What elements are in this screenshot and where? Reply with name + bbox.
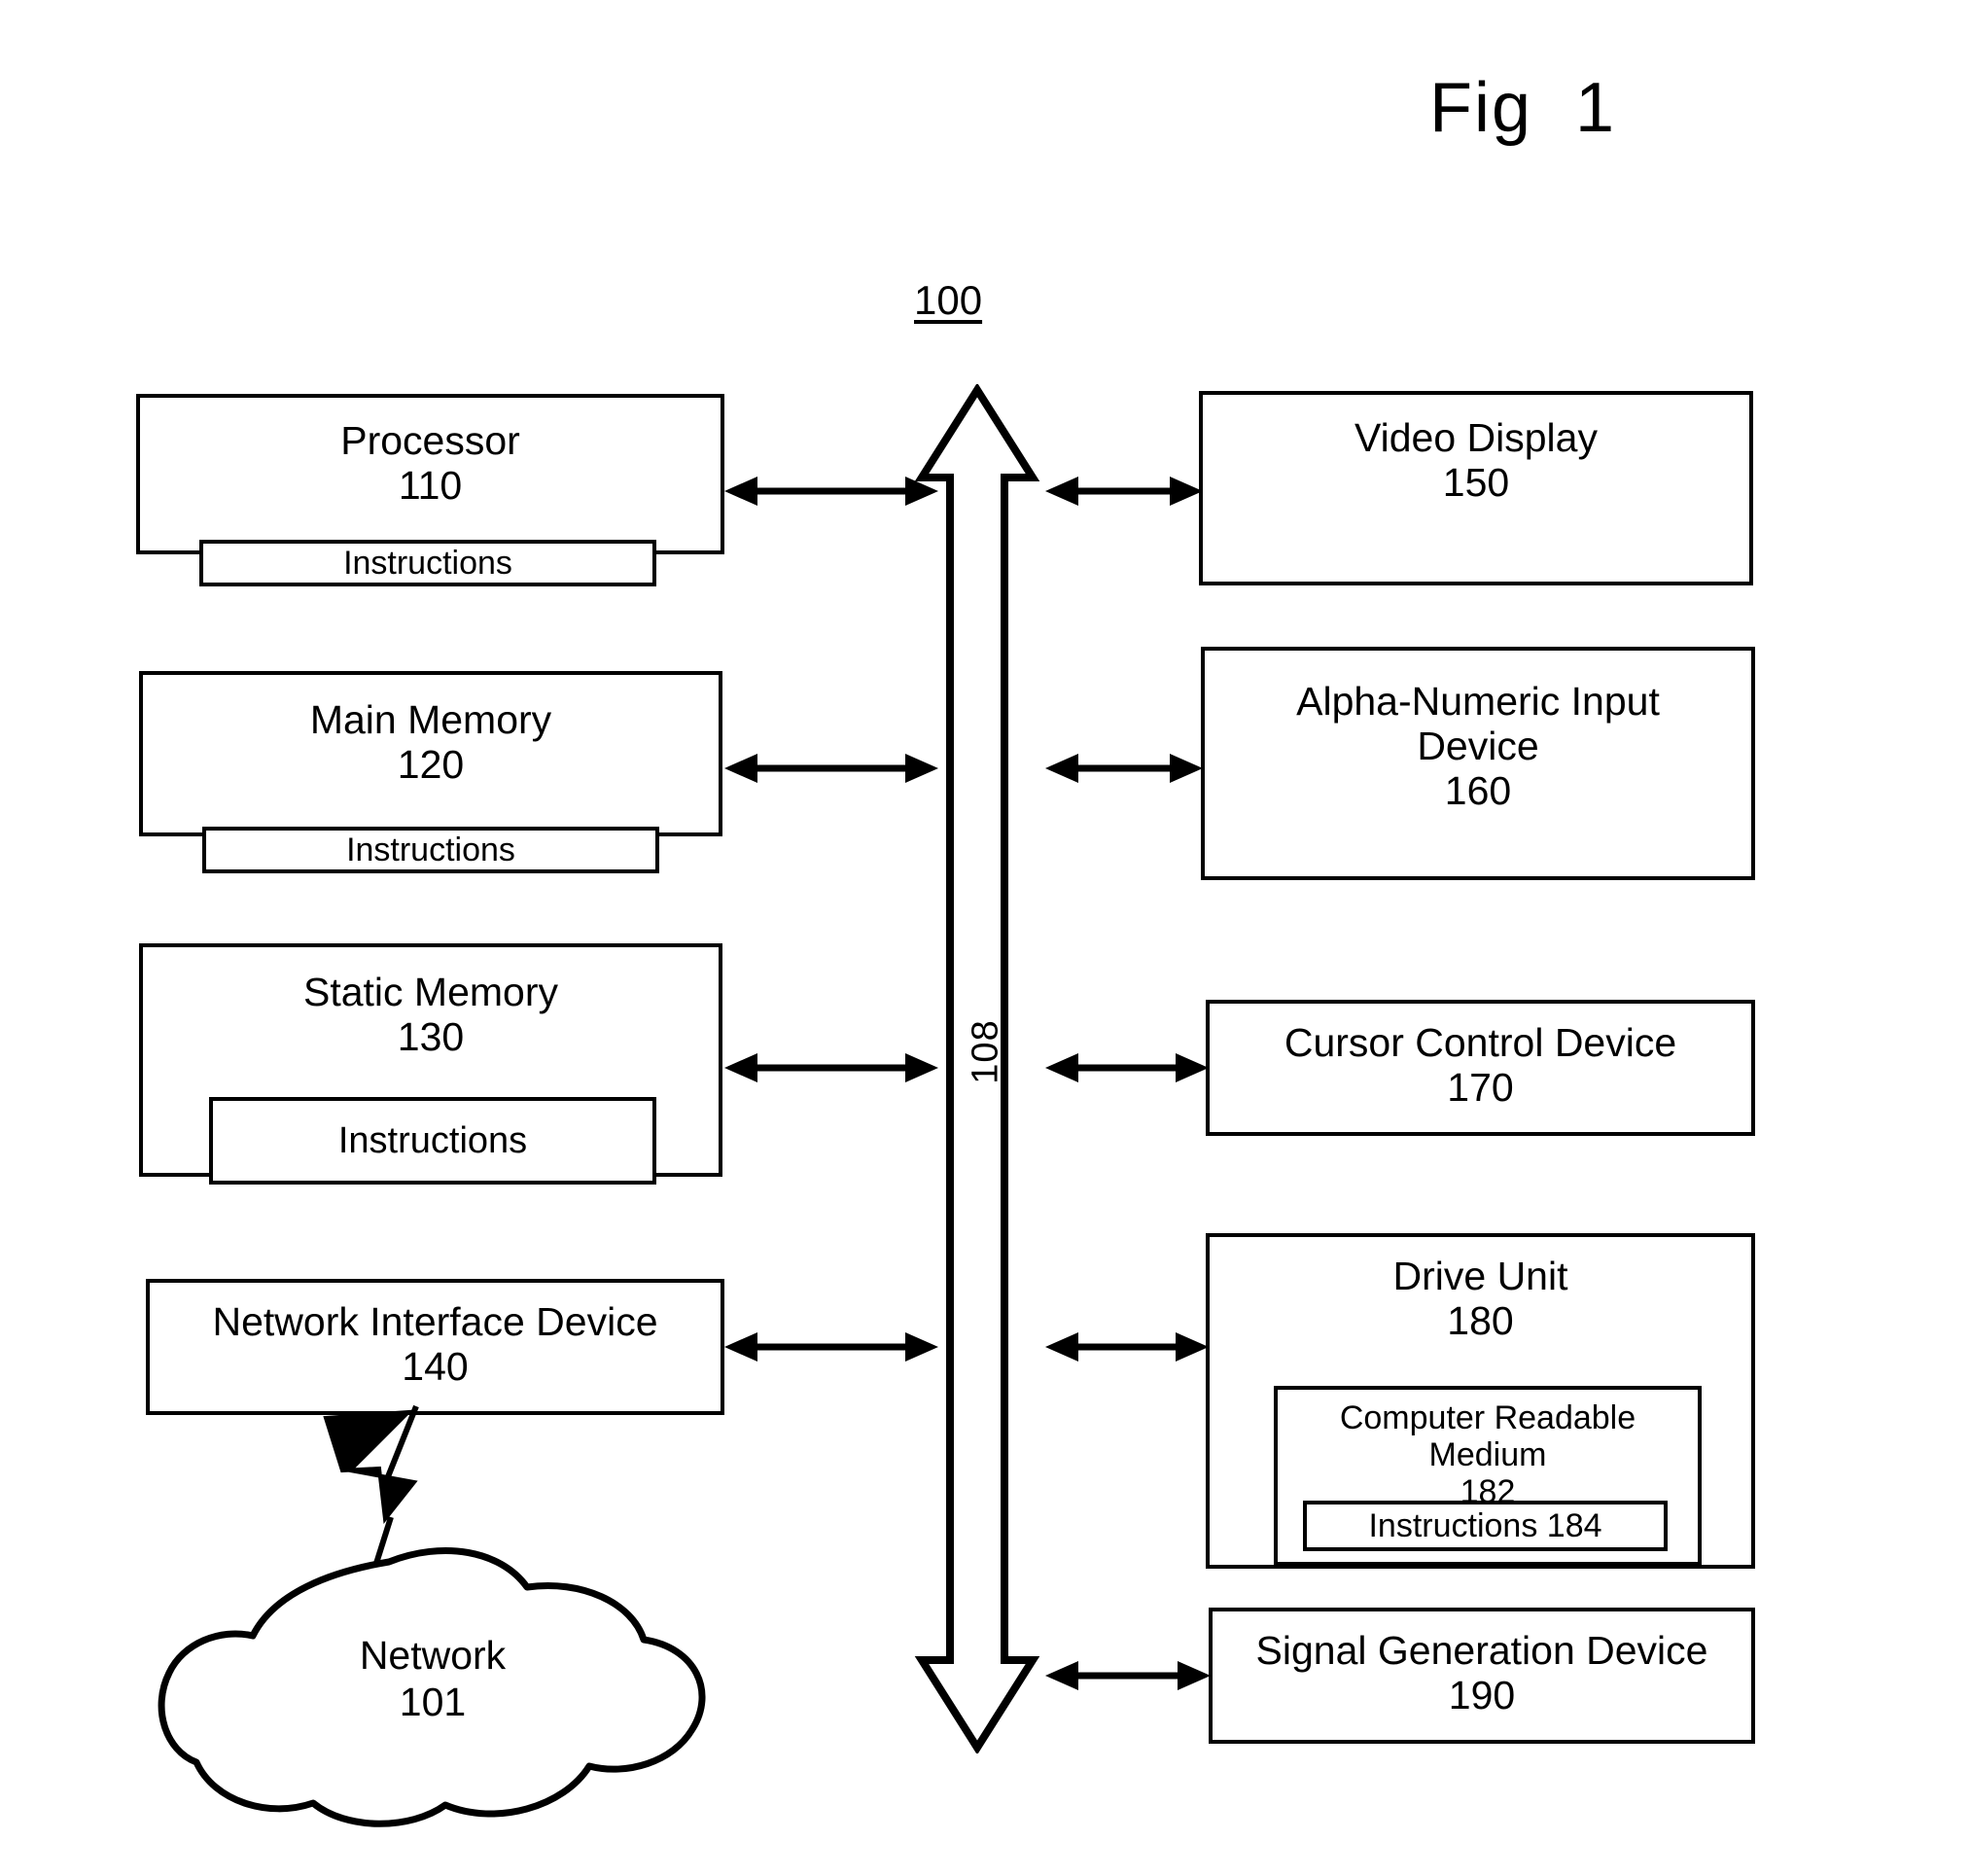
connector-processor-bus: [724, 472, 938, 511]
drive-unit-instructions-box: Instructions 184: [1303, 1501, 1668, 1551]
connector-bus-signal-generation-device: [1045, 1656, 1211, 1695]
static-memory-instructions-box: Instructions: [209, 1097, 656, 1185]
cursor-control-device-number: 170: [1447, 1064, 1514, 1110]
connector-bus-video-display: [1045, 472, 1203, 511]
node-processor: Processor 110: [136, 394, 724, 554]
connector-network-interface-device-bus: [724, 1327, 938, 1366]
static-memory-number: 130: [397, 1013, 465, 1059]
figure-canvas: Fig 1 100 108 Processor 110 Instructions…: [0, 0, 1970, 1876]
video-display-number: 150: [1442, 459, 1510, 505]
node-alpha-numeric-input-device: Alpha-Numeric Input Device 160: [1201, 647, 1755, 880]
connector-main-memory-bus: [724, 749, 938, 788]
network-interface-device-title: Network Interface Device: [212, 1299, 658, 1344]
node-main-memory: Main Memory 120: [139, 671, 722, 836]
static-memory-instructions-label: Instructions: [337, 1119, 528, 1161]
signal-generation-device-title: Signal Generation Device: [1255, 1628, 1708, 1673]
alpha-numeric-input-device-title: Alpha-Numeric Input Device: [1296, 679, 1660, 768]
cursor-control-device-title: Cursor Control Device: [1284, 1020, 1677, 1065]
connector-bus-alpha-numeric-input-device: [1045, 749, 1203, 788]
network-label-group: Network 101: [146, 1632, 720, 1726]
processor-number: 110: [398, 462, 463, 508]
drive-unit-number: 180: [1447, 1297, 1514, 1343]
figure-title: Fig 1: [1429, 69, 1617, 147]
signal-generation-device-number: 190: [1448, 1672, 1516, 1717]
network-number: 101: [399, 1680, 467, 1725]
bus-reference-number: 108: [965, 1019, 1006, 1084]
processor-instructions-box: Instructions: [199, 540, 656, 586]
drive-unit-title: Drive Unit: [1392, 1254, 1568, 1298]
node-video-display: Video Display 150: [1199, 391, 1753, 585]
connector-bus-drive-unit: [1045, 1327, 1209, 1366]
connector-static-memory-bus: [724, 1048, 938, 1087]
main-memory-instructions-label: Instructions: [346, 831, 515, 868]
static-memory-title: Static Memory: [303, 970, 558, 1014]
node-network-interface-device: Network Interface Device 140: [146, 1279, 724, 1415]
alpha-numeric-input-device-number: 160: [1444, 767, 1512, 813]
node-cursor-control-device: Cursor Control Device 170: [1206, 1000, 1755, 1136]
main-memory-title: Main Memory: [309, 697, 552, 742]
connector-bus-cursor-control-device: [1045, 1048, 1209, 1087]
computer-readable-medium-title: Computer Readable Medium: [1339, 1399, 1636, 1474]
processor-instructions-label: Instructions: [343, 544, 512, 582]
main-memory-number: 120: [397, 741, 465, 787]
network-interface-device-number: 140: [402, 1343, 469, 1389]
main-memory-instructions-box: Instructions: [202, 827, 659, 873]
processor-title: Processor: [340, 418, 520, 463]
node-signal-generation-device: Signal Generation Device 190: [1209, 1608, 1755, 1744]
system-reference-number: 100: [914, 277, 983, 323]
video-display-title: Video Display: [1354, 415, 1598, 460]
network-title: Network: [359, 1633, 507, 1678]
node-network-cloud: Network 101: [146, 1546, 720, 1838]
drive-unit-instructions-label: Instructions 184: [1368, 1506, 1602, 1544]
